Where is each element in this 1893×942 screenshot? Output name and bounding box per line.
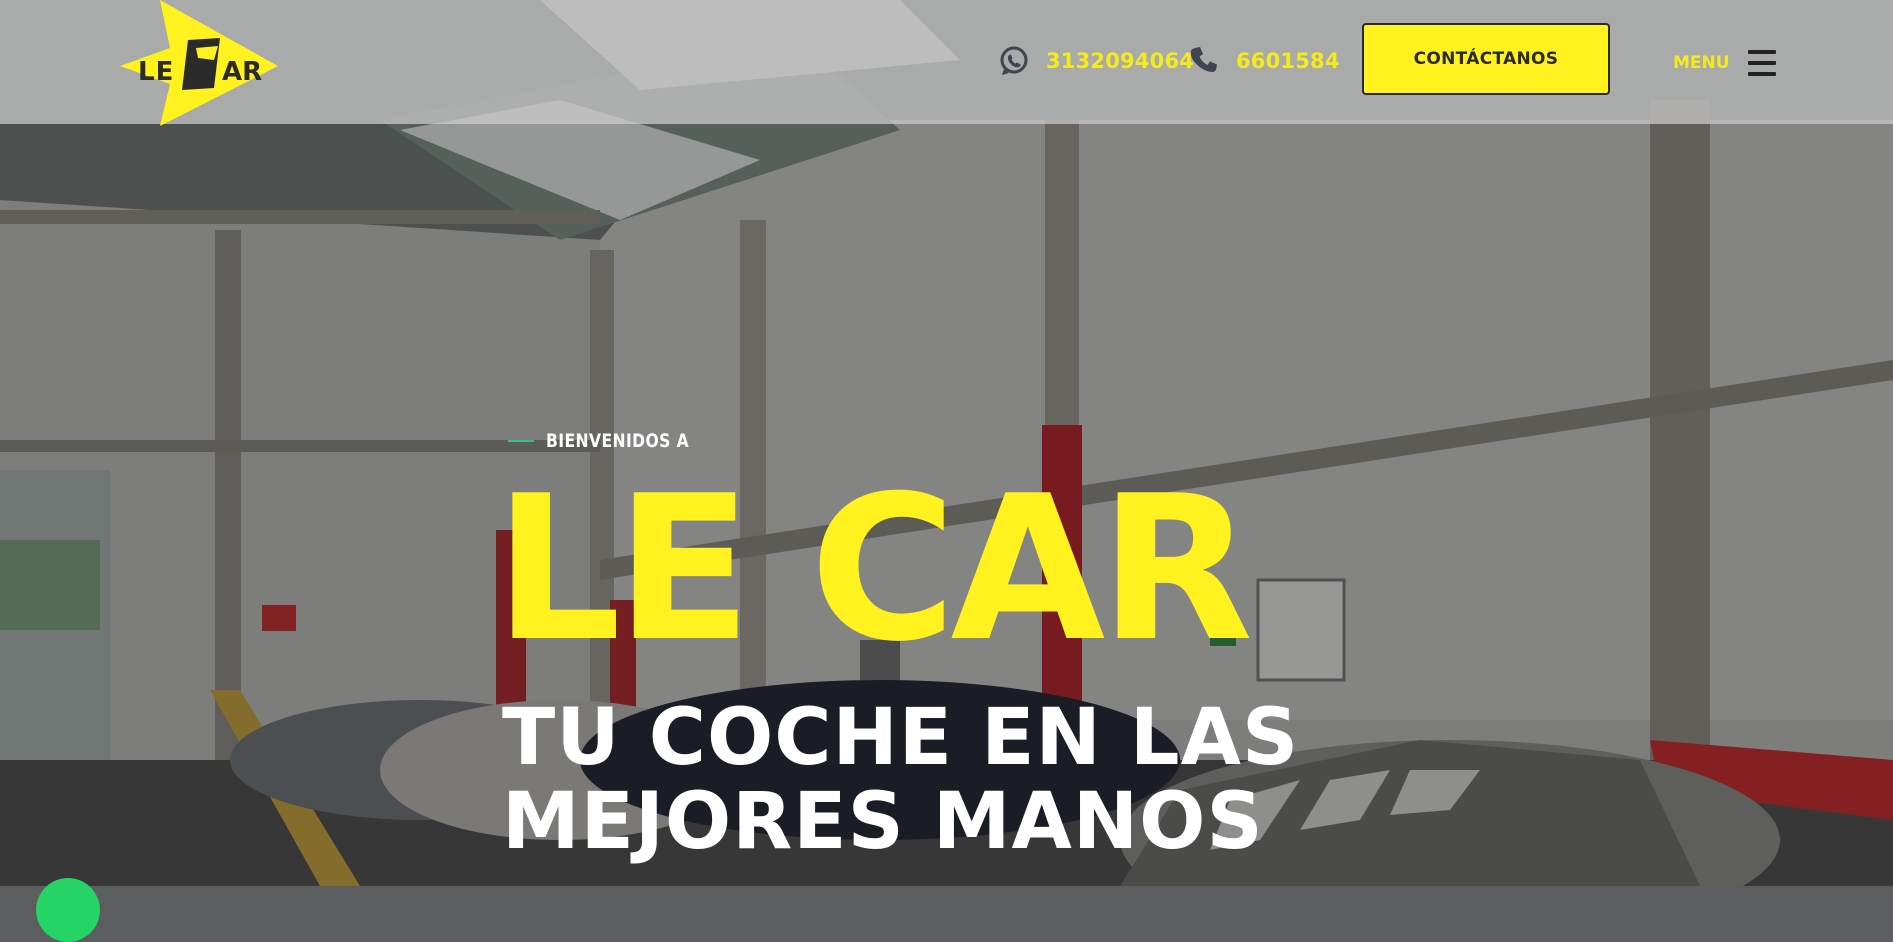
eyebrow-accent-line [508,440,534,442]
menu-toggle[interactable]: MENU [1673,48,1776,78]
phone-number[interactable]: 6601584 [1236,49,1340,73]
contact-us-button[interactable]: CONTÁCTANOS [1362,23,1610,95]
logo-mark: LE AR [120,0,278,126]
whatsapp-contact[interactable]: 3132094064 [998,44,1194,78]
whatsapp-number[interactable]: 3132094064 [1046,49,1194,73]
whatsapp-chat-button[interactable] [36,878,100,942]
menu-label: MENU [1673,53,1730,73]
phone-contact[interactable]: 6601584 [1188,44,1340,78]
hero-eyebrow: BIENVENIDOS A [508,430,721,452]
svg-text:LE: LE [138,57,174,87]
hero-subtitle: TU COCHE EN LAS MEJORES MANOS [502,693,1300,867]
lecar-logo[interactable]: LE AR [118,0,283,126]
hero-title: LE CAR [494,453,1253,686]
svg-text:AR: AR [222,57,262,87]
eyebrow-text: BIENVENIDOS A [546,430,690,452]
whatsapp-icon [998,45,1030,77]
site-header: LE AR 3132094064 6601584 CONTÁCTANOS MEN… [0,0,1893,126]
phone-icon [1188,45,1220,77]
hamburger-icon[interactable] [1747,50,1776,76]
